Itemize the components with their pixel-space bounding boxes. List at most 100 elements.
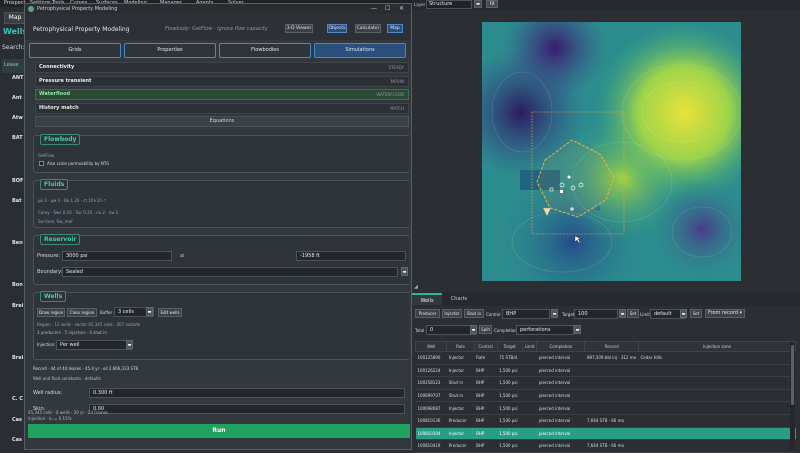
total-input[interactable]: 0 — [426, 325, 476, 335]
from-record-button[interactable]: From record ▾ — [705, 309, 745, 318]
table-row[interactable]: 100810419 Producer BHP 1,500 psi pierced int… — [415, 439, 796, 453]
clear-region-button[interactable]: Clear region — [67, 308, 97, 317]
table-row[interactable]: 100810304 Injector BHP 1,500 psi pierced int… — [415, 427, 796, 441]
limit-spin-icon[interactable]: ▬ — [680, 309, 687, 318]
tab-simulations[interactable]: Simulations — [314, 43, 406, 58]
boundary-dropdown-icon[interactable]: ▬ — [401, 267, 408, 276]
equation-row[interactable]: Pressure transient MOVIN — [35, 75, 409, 87]
buffer-spin-icon[interactable]: ▬ — [146, 307, 153, 316]
table-cell: BHP — [474, 376, 498, 390]
pressure-input[interactable]: 3000 psi — [62, 251, 172, 261]
column-header[interactable]: Target — [496, 341, 523, 352]
lease-list-item[interactable]: Cas — [12, 437, 22, 443]
column-header[interactable]: Role — [446, 341, 475, 352]
layer-select[interactable]: Structure — [426, 0, 472, 9]
target-label: Target — [562, 312, 575, 317]
producer-button[interactable]: Producer — [415, 309, 440, 318]
tab-lease[interactable]: Lease — [2, 59, 24, 73]
target-input[interactable]: 100 — [574, 309, 618, 319]
table-scrollbar-thumb[interactable] — [791, 345, 794, 405]
target-spin-icon[interactable]: ▬ — [619, 309, 626, 318]
table-row[interactable]: 100258123 Shut in BHP 1,500 psi pierced inte… — [415, 376, 796, 390]
well-marker[interactable] — [570, 207, 574, 211]
fit-button[interactable]: Fit — [486, 0, 498, 8]
structure-map[interactable] — [482, 22, 743, 281]
header-button[interactable]: Objects — [327, 24, 347, 33]
table-row[interactable]: 100698087 Injector BHP 1,500 psi pierced int… — [415, 401, 796, 415]
lease-list-item[interactable]: ANT — [12, 75, 23, 81]
lease-list-item[interactable]: Brei — [12, 355, 23, 361]
scale-permeability-checkbox[interactable] — [39, 161, 44, 166]
record-summary[interactable]: Record · 44 of 44 leases · 45.4 yr · oil… — [33, 366, 138, 371]
layer-dropdown-icon[interactable]: ▬ — [474, 0, 482, 8]
tab-charts[interactable]: Charts — [444, 293, 474, 305]
table-cell — [522, 439, 537, 453]
lease-list-item[interactable]: BAT — [12, 135, 23, 141]
equation-row[interactable]: Connectivity STEADY — [35, 62, 409, 73]
tab-map[interactable]: Map — [4, 12, 26, 24]
table-row[interactable]: 100810136 Producer BHP 1,500 psi pierced int… — [415, 414, 796, 428]
header-button[interactable]: Calculator — [355, 24, 381, 33]
run-button[interactable]: Run — [28, 424, 410, 438]
shut-in-button[interactable]: Shut in — [464, 309, 484, 318]
tab-wells[interactable]: Wells — [412, 293, 442, 305]
table-cell: 1,500 psi — [497, 376, 523, 390]
set-limit-button[interactable]: Set — [690, 309, 702, 318]
minimize-icon[interactable]: — — [371, 5, 377, 12]
column-header[interactable]: Record — [584, 341, 639, 352]
boundary-select[interactable]: Sealed — [62, 267, 398, 277]
injector-button[interactable]: Injector — [442, 309, 462, 318]
edit-wells-button[interactable]: Edit wells — [158, 308, 182, 317]
equations-button[interactable]: Equations — [35, 116, 409, 127]
completion-dropdown-icon[interactable]: ▬ — [574, 325, 581, 334]
lease-list-item[interactable]: Bat — [12, 198, 22, 204]
header-button[interactable]: 3-D Viewer — [285, 24, 313, 33]
draw-region-button[interactable]: Draw region — [37, 308, 65, 317]
set-target-button[interactable]: Set — [627, 309, 639, 318]
lease-list-item[interactable]: Atw — [12, 115, 23, 121]
table-cell — [584, 401, 639, 415]
structure-map-canvas[interactable] — [482, 22, 743, 281]
table-cell — [638, 389, 796, 403]
tab-properties[interactable]: Properties — [124, 43, 216, 58]
lease-list-item[interactable]: Brei — [12, 303, 23, 309]
control-dropdown-icon[interactable]: ▬ — [551, 309, 558, 318]
lease-list-item[interactable]: C. C — [12, 396, 23, 402]
lease-list-item[interactable]: Ant — [12, 95, 22, 101]
table-row[interactable]: 100126224 Injector BHP 1,500 psi pierced int… — [415, 364, 796, 378]
equation-row[interactable]: Waterflood WATERFLOOD — [35, 89, 409, 100]
injection-select[interactable]: Per well — [56, 340, 132, 350]
column-header[interactable]: Control — [473, 341, 498, 352]
menu-item[interactable]: Prospect — [4, 0, 26, 6]
skin-input[interactable]: 0.00 — [89, 404, 405, 414]
fluids-line-2: Corey · Swc 0.20 · Sor 0.25 · no 2 · nw … — [38, 210, 119, 215]
tab-flowbodies[interactable]: Flowbodies — [219, 43, 311, 58]
well-radius-input[interactable]: 0.300 ft — [89, 388, 405, 398]
lease-list-item[interactable]: Ben — [12, 240, 23, 246]
column-header[interactable]: Injection zone — [637, 341, 797, 352]
lease-list-item[interactable]: Bon — [12, 282, 23, 288]
column-header[interactable]: Well — [414, 341, 448, 352]
lease-list-item[interactable]: BOF — [12, 178, 23, 184]
completion-select[interactable]: perforations — [516, 325, 574, 335]
tab-grids[interactable]: Grids — [29, 43, 121, 58]
total-spin-icon[interactable]: ▬ — [470, 325, 477, 334]
header-button[interactable]: Map — [387, 24, 403, 33]
split-button[interactable]: Split — [479, 325, 492, 334]
column-header[interactable]: Completion — [536, 341, 586, 352]
control-select[interactable]: BHP — [502, 309, 550, 319]
table-row[interactable]: 100699707 Shut in BHP 1,500 psi pierced inte… — [415, 389, 796, 403]
constants-toggle[interactable]: Well and fluid constants · defaults — [33, 376, 101, 381]
column-header[interactable]: Limit — [521, 341, 538, 352]
depth-input[interactable]: -1958 ft — [296, 251, 406, 261]
lease-list-item[interactable]: Cas — [12, 417, 22, 423]
well-marker[interactable] — [560, 190, 563, 193]
table-row[interactable]: 100125890 Injector Rate 75 STB/d pierced int… — [415, 351, 796, 365]
panel-splitter-icon[interactable]: ◢ — [414, 284, 418, 290]
close-icon[interactable]: ✕ — [399, 5, 404, 12]
well-marker[interactable] — [567, 175, 571, 179]
maximize-icon[interactable]: ☐ — [385, 5, 390, 12]
injection-dropdown-icon[interactable]: ▬ — [126, 340, 133, 349]
table-cell: 1,500 psi — [497, 439, 523, 453]
equation-row[interactable]: History match MATCH — [35, 102, 409, 114]
